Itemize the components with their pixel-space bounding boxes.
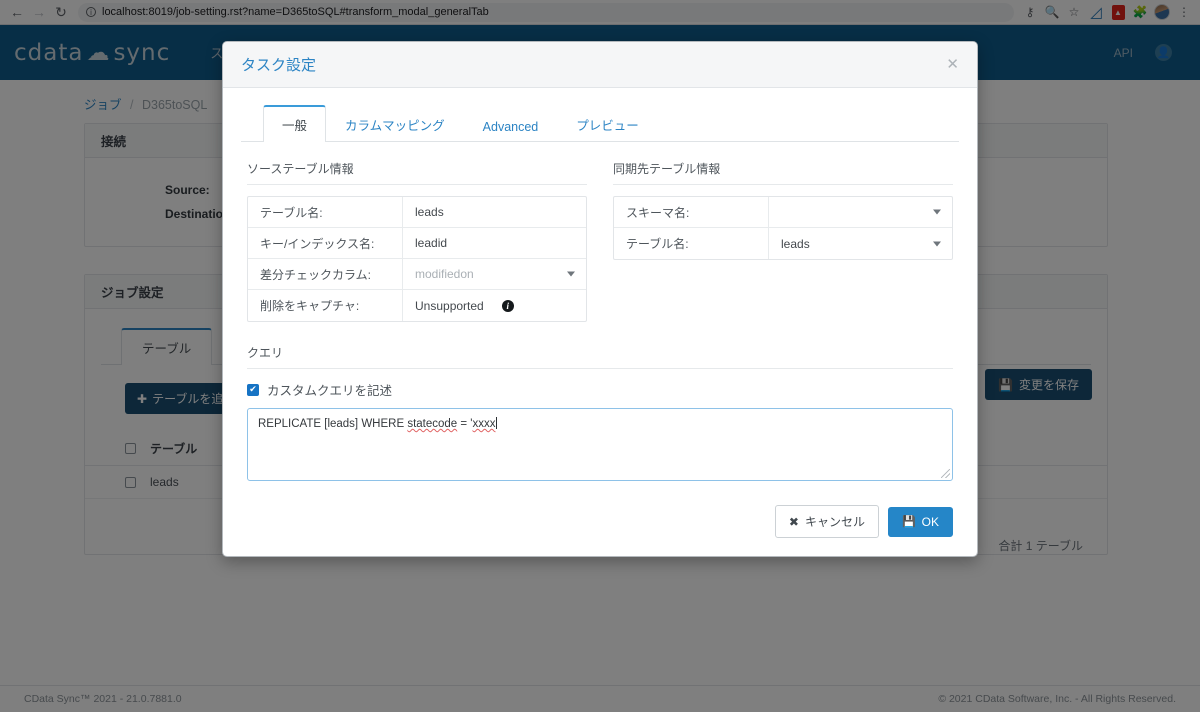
- tab-preview[interactable]: プレビュー: [557, 106, 658, 142]
- textarea-resize-handle[interactable]: [941, 469, 950, 478]
- custom-query-checkbox-row[interactable]: ✔ カスタムクエリを記述: [247, 380, 953, 399]
- chevron-down-icon: [933, 241, 941, 246]
- source-row-table-name: テーブル名: leads: [248, 197, 586, 228]
- modal-footer: ✖ キャンセル 💾 OK: [223, 491, 977, 556]
- info-tooltip-icon[interactable]: i: [501, 299, 514, 312]
- modal-body: ソーステーブル情報 テーブル名: leads キー/インデックス名: leadi…: [223, 142, 977, 491]
- source-capture-deletes-value-wrap: Unsupported i: [403, 290, 586, 321]
- ok-button[interactable]: 💾 OK: [887, 506, 953, 537]
- source-incremental-value: modifiedon: [415, 267, 474, 281]
- modal-tabs: 一般 カラムマッピング Advanced プレビュー: [241, 88, 959, 142]
- destination-table-label: テーブル名:: [614, 228, 769, 259]
- close-x-icon: ✖: [788, 514, 799, 529]
- task-settings-modal: タスク設定 ✕ 一般 カラムマッピング Advanced プレビュー ソーステー…: [222, 41, 978, 557]
- custom-query-label: カスタムクエリを記述: [267, 384, 393, 398]
- source-capture-deletes-label: 削除をキャプチャ:: [248, 290, 403, 321]
- destination-table-select[interactable]: leads: [769, 228, 952, 259]
- destination-section-title: 同期先テーブル情報: [613, 160, 953, 185]
- query-text-spell-word: statecode: [407, 418, 458, 430]
- source-section-title: ソーステーブル情報: [247, 160, 587, 185]
- close-icon[interactable]: ✕: [946, 57, 959, 72]
- modal-title: タスク設定: [241, 57, 317, 74]
- query-text-spell-word-2: xxxx: [472, 418, 496, 430]
- destination-schema-label: スキーマ名:: [614, 197, 769, 227]
- destination-table-section: 同期先テーブル情報 スキーマ名: テーブル名: leads: [613, 160, 953, 322]
- source-capture-deletes-value: Unsupported: [415, 298, 484, 313]
- modal-header: タスク設定 ✕: [223, 42, 977, 88]
- text-cursor: [495, 417, 497, 429]
- tab-advanced[interactable]: Advanced: [464, 111, 558, 142]
- source-row-key-index: キー/インデックス名: leadid: [248, 228, 586, 259]
- source-row-capture-deletes: 削除をキャプチャ: Unsupported i: [248, 290, 586, 321]
- save-icon: 💾: [901, 516, 916, 528]
- source-key-index-label: キー/インデックス名:: [248, 228, 403, 258]
- custom-query-checkbox[interactable]: ✔: [247, 383, 259, 396]
- cancel-button[interactable]: ✖ キャンセル: [774, 505, 879, 538]
- query-textarea[interactable]: REPLICATE [leads] WHERE statecode = 'xxx…: [247, 408, 953, 481]
- ok-label: OK: [921, 514, 939, 529]
- query-textarea-wrap: REPLICATE [leads] WHERE statecode = 'xxx…: [247, 408, 953, 481]
- query-text-prefix: REPLICATE [leads] WHERE: [258, 418, 408, 430]
- source-key-index-value[interactable]: leadid: [403, 228, 586, 258]
- source-table-section: ソーステーブル情報 テーブル名: leads キー/インデックス名: leadi…: [247, 160, 587, 322]
- source-incremental-select[interactable]: modifiedon: [403, 259, 586, 289]
- destination-table-value: leads: [781, 236, 810, 251]
- chevron-down-icon: [933, 209, 941, 215]
- destination-info-table: スキーマ名: テーブル名: leads: [613, 196, 953, 260]
- source-table-name-label: テーブル名:: [248, 197, 403, 227]
- source-incremental-label: 差分チェックカラム:: [248, 259, 403, 289]
- cancel-label: キャンセル: [804, 515, 865, 529]
- tab-general[interactable]: 一般: [263, 105, 327, 142]
- chevron-down-icon: [567, 271, 575, 277]
- tab-column-mapping[interactable]: カラムマッピング: [326, 106, 464, 142]
- destination-row-schema-name: スキーマ名:: [614, 197, 952, 228]
- destination-schema-select[interactable]: [769, 197, 952, 227]
- query-text-middle: = ': [457, 418, 473, 430]
- query-section-title: クエリ: [247, 344, 953, 369]
- destination-row-table-name: テーブル名: leads: [614, 228, 952, 259]
- source-table-name-value[interactable]: leads: [403, 197, 586, 227]
- query-section: クエリ ✔ カスタムクエリを記述 REPLICATE [leads] WHERE…: [247, 344, 953, 481]
- source-info-table: テーブル名: leads キー/インデックス名: leadid 差分チェックカラ…: [247, 196, 587, 322]
- source-row-incremental-column: 差分チェックカラム: modifiedon: [248, 259, 586, 290]
